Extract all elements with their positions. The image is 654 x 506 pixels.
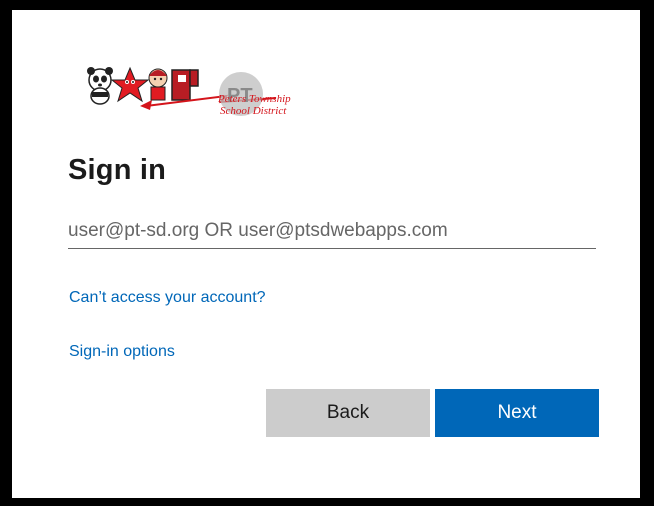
window-frame: PT Peters Township School District Sign …: [0, 0, 654, 506]
sign-in-options-link[interactable]: Sign-in options: [69, 342, 175, 362]
sign-in-card: PT Peters Township School District Sign …: [12, 10, 640, 498]
email-field[interactable]: [68, 213, 596, 249]
district-logo: PT Peters Township School District: [86, 66, 326, 128]
logo-text-line2: School District: [220, 105, 287, 117]
logo-text-line1: Peters Township: [218, 93, 291, 105]
star-mascot-icon: [110, 66, 150, 103]
panda-icon: [87, 67, 113, 105]
back-button[interactable]: Back: [266, 389, 430, 437]
letter-p-icon: [171, 69, 199, 101]
kid-mascot-icon: [148, 68, 168, 101]
page-title: Sign in: [68, 154, 167, 186]
next-button[interactable]: Next: [435, 389, 599, 437]
cant-access-account-link[interactable]: Can’t access your account?: [69, 288, 266, 308]
